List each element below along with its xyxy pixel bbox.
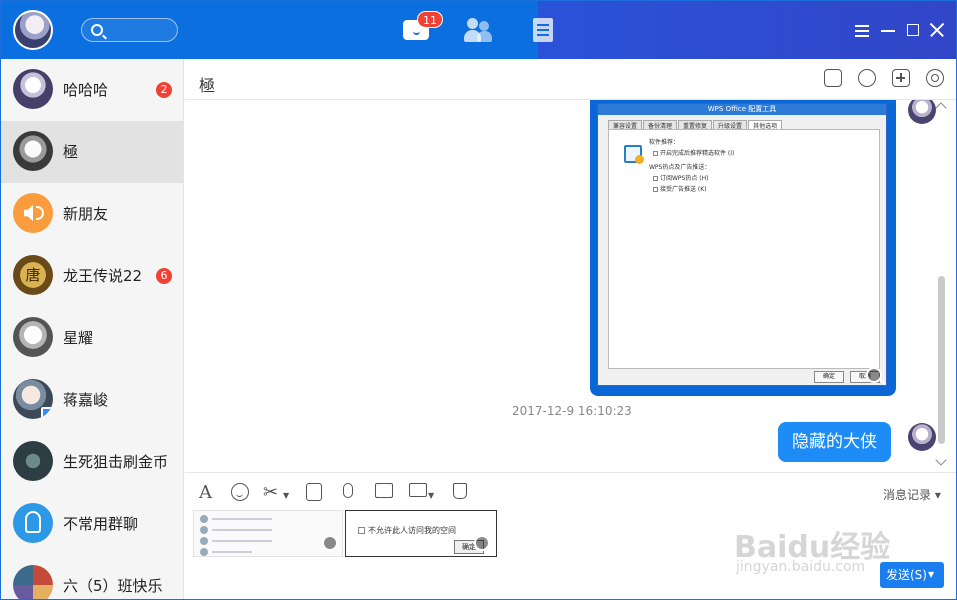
microphone-icon[interactable]	[343, 483, 353, 498]
add-member-icon[interactable]	[892, 69, 910, 87]
screenshot-window: WPS Office 配置工具 兼容设置 备份清理 重置修复 升级设置 其他选项 软件推…	[597, 103, 887, 386]
chevron-down-icon[interactable]: ▼	[428, 491, 434, 500]
unread-badge: 6	[156, 268, 172, 284]
qq-chat-window: 11 哈哈哈 2 極 新朋友 唐 龙王传说22 6 星耀 蒋嘉峻 生死狙击刷金币…	[0, 0, 957, 600]
zoom-icon[interactable]	[474, 535, 490, 551]
conversation-item[interactable]: 哈哈哈 2	[1, 59, 183, 121]
conversation-item-active[interactable]: 極	[1, 121, 183, 183]
contact-avatar	[13, 131, 53, 171]
my-message-avatar	[908, 100, 936, 124]
screenshot-ok: 确定	[814, 371, 844, 383]
group-avatar	[13, 565, 53, 599]
nav-documents-tab[interactable]	[531, 18, 561, 44]
contact-avatar	[13, 317, 53, 357]
screenshot-option: 开启完成后推荐精选软件 (I)	[653, 148, 734, 157]
document-icon	[533, 18, 553, 42]
conversation-item[interactable]: 唐 龙王传说22 6	[1, 245, 183, 307]
settings-icon[interactable]	[926, 69, 944, 87]
group-icon	[13, 503, 53, 543]
red-packet-icon[interactable]	[453, 483, 467, 499]
phone-icon[interactable]	[858, 69, 876, 87]
menu-button[interactable]	[853, 21, 871, 39]
screenshot-scissors-icon[interactable]: ✂	[263, 483, 278, 503]
folder-icon[interactable]	[409, 483, 427, 497]
conversation-list: 哈哈哈 2 極 新朋友 唐 龙王传说22 6 星耀 蒋嘉峻 生死狙击刷金币 不常…	[1, 59, 184, 599]
conversation-name: 龙王传说22	[63, 267, 143, 285]
message-history-button[interactable]: 消息记录 ▾	[883, 486, 941, 503]
device-status-icon	[41, 407, 53, 419]
my-message-avatar	[908, 423, 936, 451]
pasted-image-thumbnail[interactable]: 不允许此人访问我的空间 确定	[345, 510, 497, 557]
thumbnail-text: 不允许此人访问我的空间	[358, 525, 456, 536]
conversation-name: 六（5）班快乐	[63, 577, 163, 595]
messages-unread-badge: 11	[417, 11, 443, 28]
message-timestamp: 2017-12-9 16:10:23	[512, 404, 632, 418]
conversation-item[interactable]: 不常用群聊	[1, 493, 183, 555]
zoom-icon[interactable]	[322, 535, 338, 551]
screenshot-option: 订阅WPS热点 (H)	[653, 173, 708, 182]
conversation-name: 蒋嘉峻	[63, 391, 109, 409]
chat-title: 極	[199, 76, 216, 95]
conversation-name: 哈哈哈	[63, 81, 109, 99]
watermark-url: jingyan.baidu.com	[736, 559, 866, 575]
title-bar: 11	[1, 1, 956, 59]
conversation-item[interactable]: 蒋嘉峻	[1, 369, 183, 431]
zoom-icon[interactable]	[866, 367, 882, 383]
contact-avatar: 唐	[13, 255, 53, 295]
contact-avatar	[13, 441, 53, 481]
close-button[interactable]	[928, 21, 946, 39]
conversation-name: 不常用群聊	[63, 515, 139, 533]
conversation-name: 新朋友	[63, 205, 109, 223]
unread-badge: 2	[156, 82, 172, 98]
conversation-item[interactable]: 六（5）班快乐	[1, 555, 183, 599]
nav-contacts-tab[interactable]	[464, 18, 494, 44]
conversation-name: 星耀	[63, 329, 94, 347]
screen-share-icon[interactable]	[824, 69, 842, 87]
message-area: WPS Office 配置工具 兼容设置 备份清理 重置修复 升级设置 其他选项 软件推…	[185, 100, 956, 472]
pasted-image-thumbnail[interactable]	[193, 510, 343, 557]
chat-header: 極	[185, 59, 956, 100]
screenshot-section: 软件推荐：	[649, 139, 680, 146]
contacts-icon	[467, 18, 478, 29]
conversation-name: 生死狙击刷金币	[63, 453, 169, 471]
chevron-down-icon[interactable]: ▼	[283, 491, 289, 500]
chevron-down-icon[interactable]: ▼	[928, 562, 934, 588]
emoji-icon[interactable]	[231, 483, 249, 501]
contact-avatar	[13, 69, 53, 109]
my-avatar[interactable]	[13, 10, 53, 50]
screenshot-titlebar: WPS Office 配置工具	[598, 104, 886, 115]
search-icon	[91, 24, 103, 36]
maximize-button[interactable]	[904, 21, 922, 39]
conversation-item[interactable]: 新朋友	[1, 183, 183, 245]
screenshot-section: WPS热点及广告推送：	[649, 164, 711, 171]
scroll-up-icon[interactable]	[935, 102, 947, 114]
image-message[interactable]: WPS Office 配置工具 兼容设置 备份清理 重置修复 升级设置 其他选项 软件推…	[590, 100, 896, 396]
maximize-icon	[907, 24, 919, 36]
image-icon[interactable]	[375, 483, 393, 498]
outgoing-message[interactable]: 隐藏的大侠	[778, 422, 891, 462]
screenshot-option: 接受广告推送 (K)	[653, 184, 707, 193]
config-icon	[624, 145, 644, 164]
screenshot-panel: 软件推荐： 开启完成后推荐精选软件 (I) WPS热点及广告推送： 订阅WPS热…	[608, 129, 880, 369]
minimize-button[interactable]	[879, 21, 897, 39]
conversation-item[interactable]: 生死狙击刷金币	[1, 431, 183, 493]
message-scrollbar[interactable]	[938, 276, 945, 444]
font-icon[interactable]: A	[199, 483, 212, 503]
search-box[interactable]	[81, 18, 178, 42]
input-toolbar: A ✂ ▼ ▼ 消息记录 ▾	[185, 472, 956, 510]
scroll-down-icon[interactable]	[935, 454, 947, 466]
conversation-name: 極	[63, 143, 79, 161]
speaker-icon	[13, 193, 53, 233]
contact-avatar	[13, 379, 53, 419]
minimize-icon	[881, 30, 895, 32]
avatar-text: 唐	[25, 266, 41, 284]
conversation-item[interactable]: 星耀	[1, 307, 183, 369]
shake-window-icon[interactable]	[306, 483, 322, 501]
